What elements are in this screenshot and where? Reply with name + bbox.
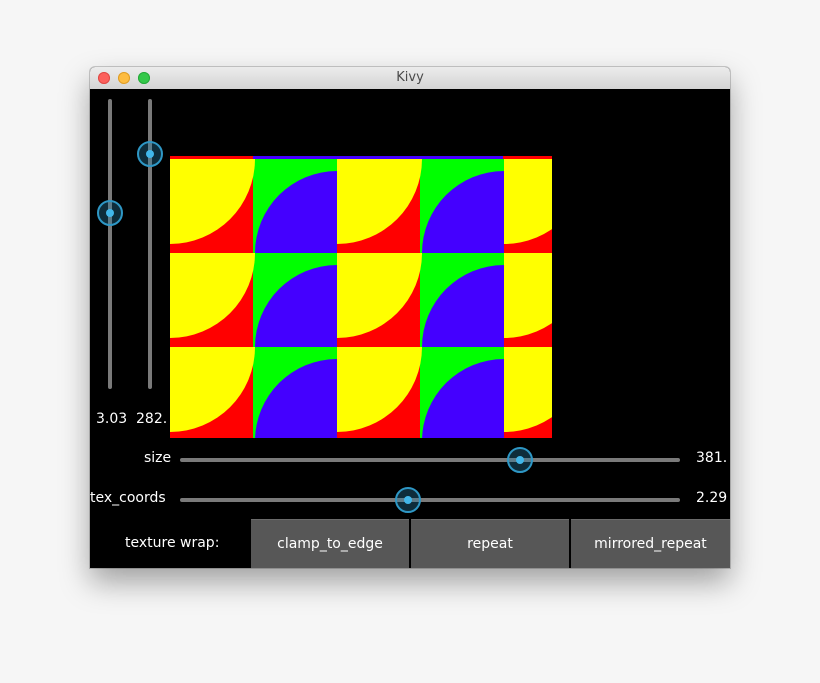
right-vertical-slider-value: 282. (136, 411, 168, 427)
texture-tiles (170, 156, 552, 438)
left-vertical-slider-value: 3.03 (96, 411, 128, 427)
tex-coords-slider-value: 2.29 (696, 490, 728, 506)
left-vertical-slider-knob[interactable] (97, 200, 123, 226)
window-title: Kivy (396, 70, 424, 85)
repeat-button[interactable]: repeat (411, 519, 569, 568)
right-vertical-slider-knob[interactable] (137, 141, 163, 167)
title-bar: Kivy (90, 67, 730, 90)
mirrored-repeat-button[interactable]: mirrored_repeat (571, 519, 730, 568)
size-slider-value: 381. (696, 450, 728, 466)
size-slider-label: size (144, 450, 172, 466)
size-slider-track[interactable] (180, 458, 680, 462)
left-vertical-slider-track[interactable] (108, 99, 112, 389)
texture-preview (170, 156, 552, 438)
texture-wrap-label: texture wrap: (125, 535, 220, 551)
app-window: Kivy 3.03 282. size 381. tex_coords 2.29… (90, 67, 730, 568)
size-slider-knob[interactable] (507, 447, 533, 473)
clamp-to-edge-button[interactable]: clamp_to_edge (251, 519, 409, 568)
app-content: 3.03 282. size 381. tex_coords 2.29 text… (90, 89, 730, 568)
tex-coords-slider-label: tex_coords (90, 490, 166, 506)
tex-coords-slider-track[interactable] (180, 498, 680, 502)
tex-coords-slider-knob[interactable] (395, 487, 421, 513)
